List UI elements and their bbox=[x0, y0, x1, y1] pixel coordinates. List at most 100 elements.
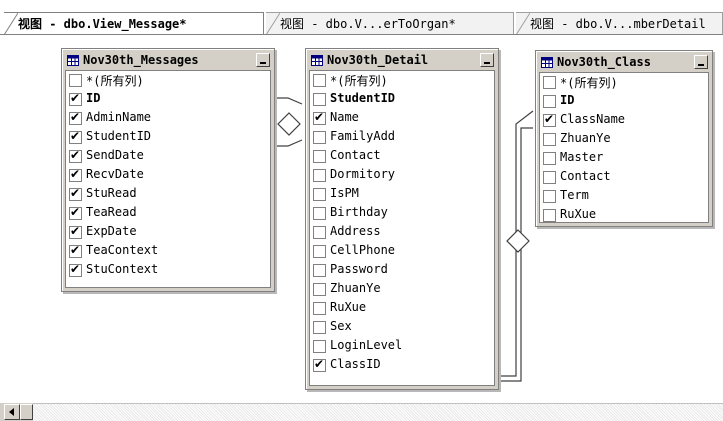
column-row[interactable]: *(所有列) bbox=[540, 73, 708, 92]
join-diamond-icon[interactable] bbox=[277, 112, 301, 136]
tab-view-message[interactable]: 视图 - dbo.View_Message* bbox=[4, 12, 264, 34]
column-row[interactable]: StudentID bbox=[310, 90, 494, 109]
column-checkbox[interactable] bbox=[313, 188, 326, 201]
column-name: RuXue bbox=[330, 300, 367, 314]
column-row[interactable]: StuRead bbox=[66, 185, 270, 204]
column-checkbox[interactable] bbox=[313, 226, 326, 239]
column-row[interactable]: RuXue bbox=[310, 299, 494, 318]
column-checkbox[interactable] bbox=[69, 148, 82, 163]
scroll-track[interactable] bbox=[33, 403, 723, 421]
column-checkbox[interactable] bbox=[313, 357, 326, 372]
column-checkbox[interactable] bbox=[69, 74, 82, 87]
column-name: *(所有列) bbox=[86, 74, 144, 88]
column-row[interactable]: Address bbox=[310, 223, 494, 242]
column-checkbox[interactable] bbox=[543, 171, 556, 184]
minimize-button[interactable] bbox=[694, 55, 708, 69]
column-checkbox[interactable] bbox=[313, 264, 326, 277]
column-name: Birthday bbox=[330, 205, 388, 219]
column-row[interactable]: ID bbox=[540, 92, 708, 111]
column-checkbox[interactable] bbox=[313, 150, 326, 163]
column-row[interactable]: *(所有列) bbox=[310, 71, 494, 90]
column-row[interactable]: TeaRead bbox=[66, 204, 270, 223]
column-row[interactable]: Contact bbox=[540, 168, 708, 187]
column-checkbox[interactable] bbox=[313, 74, 326, 87]
column-row[interactable]: RuXue bbox=[540, 206, 708, 222]
tab-view-usertoorgan[interactable]: 视图 - dbo.V...erToOrgan* bbox=[266, 12, 514, 34]
column-row[interactable]: Name bbox=[310, 109, 494, 128]
arrow-left-icon[interactable] bbox=[4, 404, 20, 420]
column-checkbox[interactable] bbox=[543, 209, 556, 222]
column-row[interactable]: Sex bbox=[310, 318, 494, 337]
column-checkbox[interactable] bbox=[313, 110, 326, 125]
column-row[interactable]: Birthday bbox=[310, 204, 494, 223]
column-row[interactable]: ZhuanYe bbox=[310, 280, 494, 299]
column-name: ZhuanYe bbox=[330, 281, 381, 295]
column-row[interactable]: ExpDate bbox=[66, 223, 270, 242]
column-checkbox[interactable] bbox=[313, 302, 326, 315]
join-diamond-icon[interactable] bbox=[506, 229, 530, 253]
column-checkbox[interactable] bbox=[313, 93, 326, 106]
table-window-class[interactable]: Nov30th_Class *(所有列) ID ClassName ZhuanYe Mas… bbox=[535, 50, 713, 227]
column-name: StuRead bbox=[86, 186, 137, 200]
column-row[interactable]: TeaContext bbox=[66, 242, 270, 261]
column-row[interactable]: ClassID bbox=[310, 356, 494, 375]
column-row[interactable]: StuContext bbox=[66, 261, 270, 280]
column-name: FamilyAdd bbox=[330, 129, 396, 143]
scroll-thumb[interactable] bbox=[20, 404, 33, 420]
column-row[interactable]: FamilyAdd bbox=[310, 128, 494, 147]
column-checkbox[interactable] bbox=[313, 245, 326, 258]
column-row[interactable]: ClassName bbox=[540, 111, 708, 130]
column-row[interactable]: SendDate bbox=[66, 147, 270, 166]
table-title-bar[interactable]: Nov30th_Messages bbox=[65, 52, 271, 69]
column-checkbox[interactable] bbox=[69, 110, 82, 125]
column-row[interactable]: Dormitory bbox=[310, 166, 494, 185]
column-name: Dormitory bbox=[330, 167, 396, 181]
column-name: IsPM bbox=[330, 186, 359, 200]
column-row[interactable]: Contact bbox=[310, 147, 494, 166]
column-checkbox[interactable] bbox=[69, 129, 82, 144]
column-checkbox[interactable] bbox=[313, 207, 326, 220]
column-name: ID bbox=[86, 91, 101, 105]
column-row[interactable]: Password bbox=[310, 261, 494, 280]
column-checkbox[interactable] bbox=[69, 91, 82, 106]
column-checkbox[interactable] bbox=[313, 283, 326, 296]
tab-view-memberdetail[interactable]: 视图 - dbo.V...mberDetail bbox=[516, 12, 723, 34]
column-checkbox[interactable] bbox=[313, 340, 326, 353]
column-row[interactable]: LoginLevel bbox=[310, 337, 494, 356]
column-checkbox[interactable] bbox=[313, 131, 326, 144]
table-title-bar[interactable]: Nov30th_Class bbox=[539, 54, 709, 71]
column-checkbox[interactable] bbox=[543, 112, 556, 127]
column-checkbox[interactable] bbox=[69, 224, 82, 239]
column-row[interactable]: ZhuanYe bbox=[540, 130, 708, 149]
column-row[interactable]: CellPhone bbox=[310, 242, 494, 261]
minimize-button[interactable] bbox=[480, 53, 494, 67]
column-checkbox[interactable] bbox=[543, 190, 556, 203]
column-checkbox[interactable] bbox=[543, 133, 556, 146]
minimize-button[interactable] bbox=[256, 53, 270, 67]
column-checkbox[interactable] bbox=[69, 167, 82, 182]
table-window-messages[interactable]: Nov30th_Messages *(所有列) ID AdminName Student… bbox=[61, 48, 275, 292]
column-row[interactable]: ID bbox=[66, 90, 270, 109]
table-title-bar[interactable]: Nov30th_Detail bbox=[309, 52, 495, 69]
tab-edge bbox=[4, 13, 18, 34]
column-row[interactable]: Term bbox=[540, 187, 708, 206]
column-checkbox[interactable] bbox=[69, 205, 82, 220]
column-row[interactable]: IsPM bbox=[310, 185, 494, 204]
column-list: *(所有列) ID ClassName ZhuanYe Master Contact Ter… bbox=[539, 72, 709, 223]
table-window-detail[interactable]: Nov30th_Detail *(所有列) StudentID Name FamilyA… bbox=[305, 48, 499, 390]
column-checkbox[interactable] bbox=[543, 95, 556, 108]
column-name: LoginLevel bbox=[330, 338, 403, 352]
column-checkbox[interactable] bbox=[543, 76, 556, 89]
column-row[interactable]: AdminName bbox=[66, 109, 270, 128]
column-row[interactable]: StudentID bbox=[66, 128, 270, 147]
column-row[interactable]: *(所有列) bbox=[66, 71, 270, 90]
column-checkbox[interactable] bbox=[313, 321, 326, 334]
column-row[interactable]: Master bbox=[540, 149, 708, 168]
horizontal-scrollbar[interactable] bbox=[0, 403, 723, 421]
column-checkbox[interactable] bbox=[69, 262, 82, 277]
column-checkbox[interactable] bbox=[313, 169, 326, 182]
column-checkbox[interactable] bbox=[543, 152, 556, 165]
column-row[interactable]: RecvDate bbox=[66, 166, 270, 185]
column-checkbox[interactable] bbox=[69, 243, 82, 258]
column-checkbox[interactable] bbox=[69, 186, 82, 201]
